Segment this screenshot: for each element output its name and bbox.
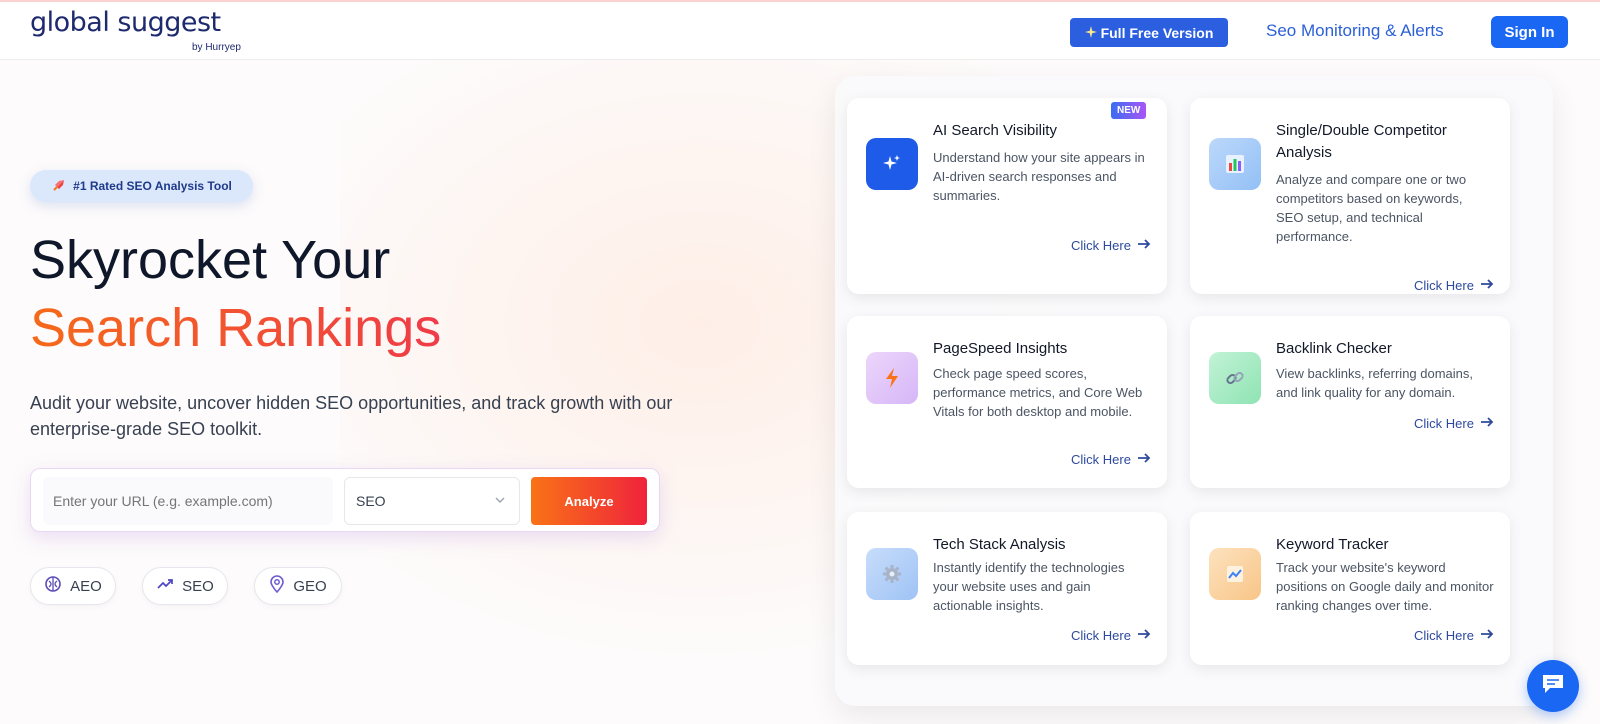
arrow-right-icon	[1137, 628, 1151, 643]
click-here-link[interactable]: Click Here	[1414, 278, 1494, 293]
chip-aeo[interactable]: AEO	[30, 567, 116, 605]
analysis-type-value: SEO	[356, 493, 386, 509]
click-here-label: Click Here	[1071, 628, 1131, 643]
card-competitor-analysis[interactable]: Single/Double Competitor Analysis Analyz…	[1190, 98, 1510, 294]
click-here-label: Click Here	[1414, 416, 1474, 431]
rated-badge: #1 Rated SEO Analysis Tool	[30, 170, 253, 202]
lightning-icon	[866, 352, 918, 404]
sign-in-button[interactable]: Sign In	[1491, 16, 1568, 48]
chevron-down-icon	[493, 493, 507, 510]
hero-subtitle: Audit your website, uncover hidden SEO o…	[30, 393, 673, 439]
sparkles-icon	[866, 138, 918, 190]
click-here-label: Click Here	[1071, 238, 1131, 253]
click-here-link[interactable]: Click Here	[1071, 238, 1151, 253]
arrow-right-icon	[1480, 628, 1494, 643]
site-header: global suggest by Hurryep Full Free Vers…	[0, 0, 1600, 60]
rocket-icon	[51, 177, 67, 196]
card-description: Instantly identify the technologies your…	[933, 560, 1125, 613]
card-title: AI Search Visibility	[933, 122, 1057, 139]
arrow-right-icon	[1480, 278, 1494, 293]
full-free-version-button[interactable]: Full Free Version	[1070, 18, 1228, 47]
link-icon	[1209, 352, 1261, 404]
chat-bubble-icon	[1540, 672, 1566, 701]
analyze-button[interactable]: Analyze	[531, 477, 647, 525]
bar-chart-icon	[1209, 138, 1261, 190]
map-pin-icon	[269, 575, 285, 597]
chip-geo[interactable]: GEO	[254, 567, 342, 605]
card-description: View backlinks, referring domains, and l…	[1276, 366, 1474, 400]
rated-badge-label: #1 Rated SEO Analysis Tool	[73, 179, 232, 193]
analysis-type-select[interactable]: SEO	[344, 477, 520, 525]
click-here-link[interactable]: Click Here	[1414, 416, 1494, 431]
card-ai-search-visibility[interactable]: NEW AI Search Visibility Understand how …	[847, 98, 1167, 294]
card-keyword-tracker[interactable]: Keyword Tracker Track your website's key…	[1190, 512, 1510, 665]
card-title: Keyword Tracker	[1276, 536, 1389, 553]
trending-up-icon	[156, 575, 174, 597]
card-title: Backlink Checker	[1276, 340, 1392, 357]
card-title: PageSpeed Insights	[933, 340, 1068, 357]
card-description: Analyze and compare one or two competito…	[1276, 172, 1467, 244]
chip-seo[interactable]: SEO	[142, 567, 228, 605]
hero-title-line2: Search Rankings	[30, 298, 442, 358]
gear-icon	[866, 548, 918, 600]
card-description: Track your website's keyword positions o…	[1276, 560, 1494, 613]
arrow-right-icon	[1137, 238, 1151, 253]
card-title: Tech Stack Analysis	[933, 536, 1066, 553]
sparkle-icon	[1084, 25, 1097, 41]
card-tech-stack-analysis[interactable]: Tech Stack Analysis Instantly identify t…	[847, 512, 1167, 665]
click-here-label: Click Here	[1071, 452, 1131, 467]
brain-icon	[44, 575, 62, 597]
card-title: Single/Double Competitor Analysis	[1276, 122, 1447, 161]
arrow-right-icon	[1137, 452, 1151, 467]
chip-aeo-label: AEO	[70, 577, 102, 595]
card-description: Check page speed scores, performance met…	[933, 366, 1143, 419]
new-badge: NEW	[1111, 102, 1147, 119]
seo-monitoring-link[interactable]: Seo Monitoring & Alerts	[1266, 21, 1444, 41]
logo-byline: by Hurryep	[192, 42, 241, 53]
tools-panel: NEW AI Search Visibility Understand how …	[835, 76, 1553, 706]
logo-text: global suggest	[30, 7, 221, 38]
full-free-version-label: Full Free Version	[1100, 24, 1214, 41]
arrow-right-icon	[1480, 416, 1494, 431]
hero-title-line1: Skyrocket Your	[30, 230, 391, 290]
chat-button[interactable]	[1527, 660, 1579, 712]
click-here-link[interactable]: Click Here	[1071, 628, 1151, 643]
card-pagespeed-insights[interactable]: PageSpeed Insights Check page speed scor…	[847, 316, 1167, 488]
click-here-label: Click Here	[1414, 278, 1474, 293]
card-backlink-checker[interactable]: Backlink Checker View backlinks, referri…	[1190, 316, 1510, 488]
analyze-form: SEO Analyze	[30, 468, 660, 532]
click-here-link[interactable]: Click Here	[1414, 628, 1494, 643]
chip-seo-label: SEO	[182, 577, 214, 595]
click-here-link[interactable]: Click Here	[1071, 452, 1151, 467]
line-chart-icon	[1209, 548, 1261, 600]
chip-geo-label: GEO	[293, 577, 327, 595]
logo[interactable]: global suggest by Hurryep	[30, 6, 241, 53]
url-input[interactable]	[43, 477, 333, 525]
click-here-label: Click Here	[1414, 628, 1474, 643]
card-description: Understand how your site appears in AI-d…	[933, 150, 1145, 203]
